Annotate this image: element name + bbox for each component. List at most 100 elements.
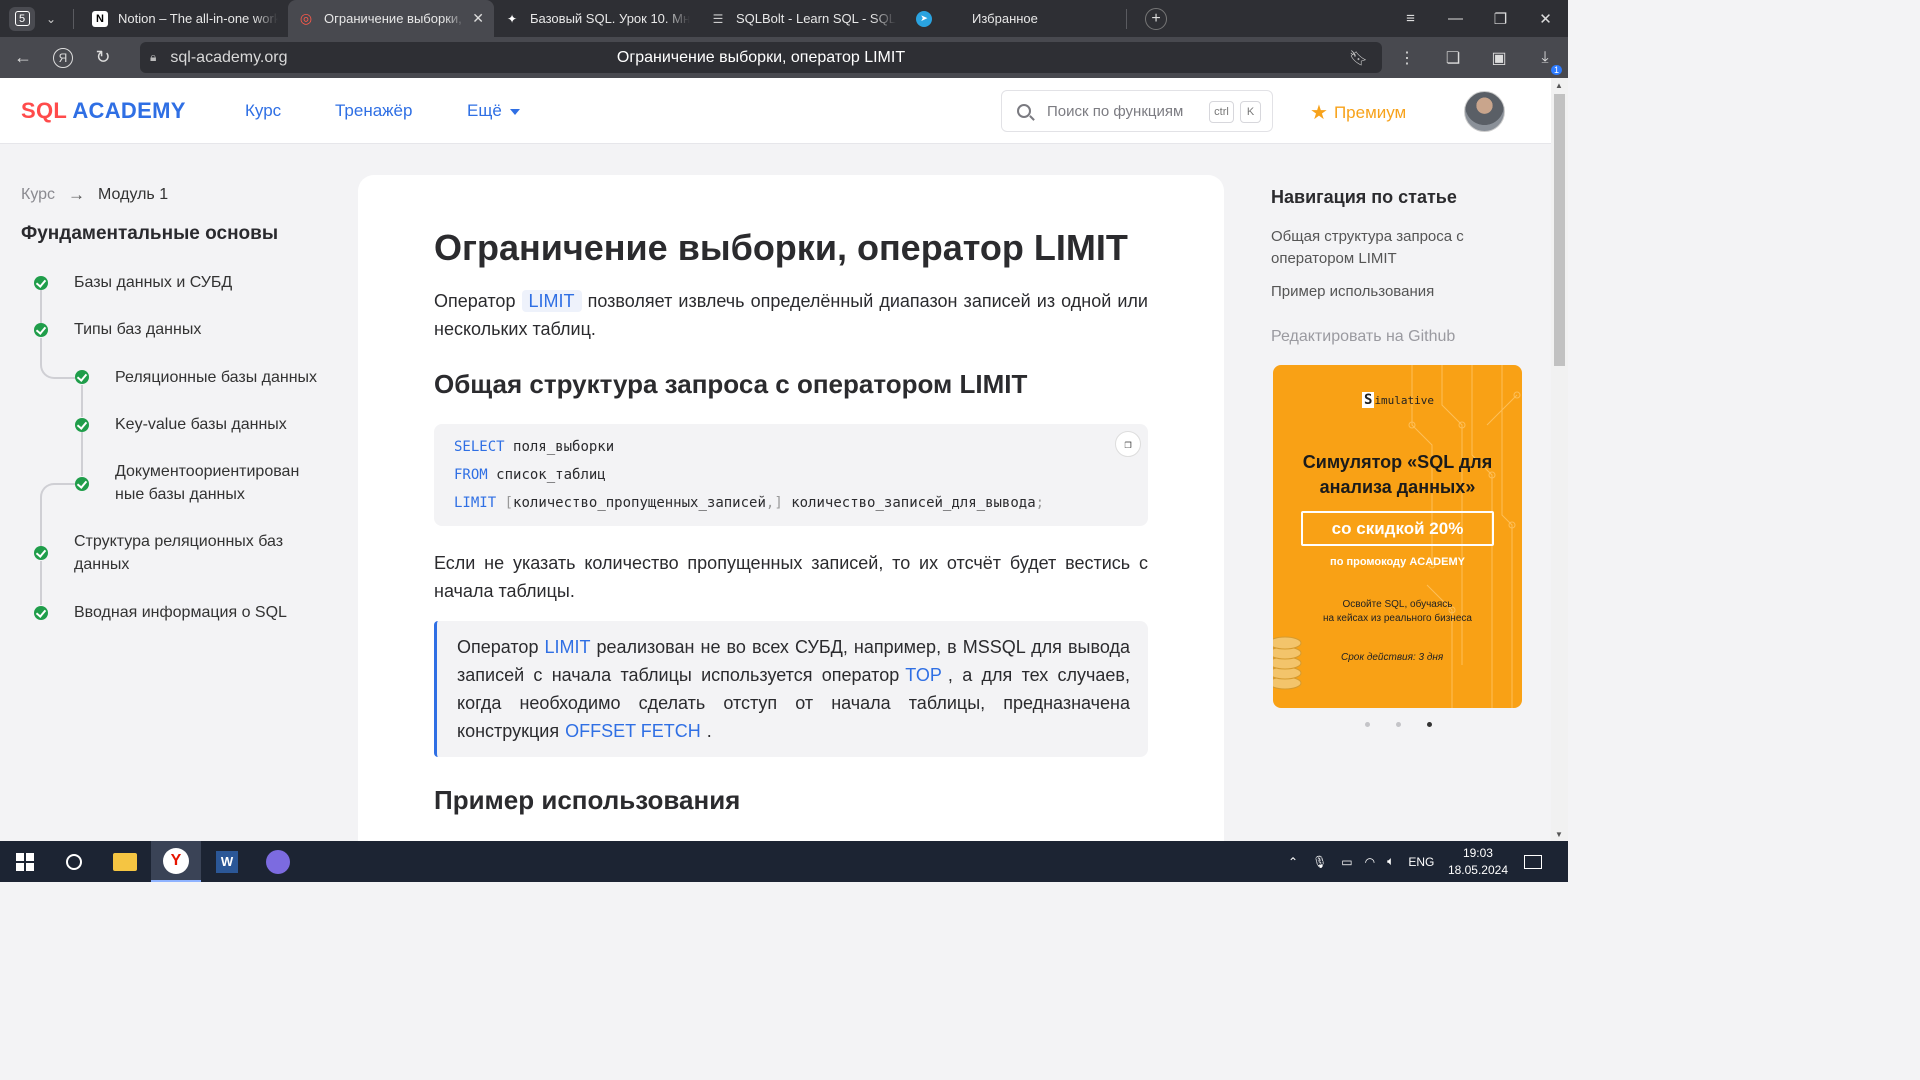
- site-logo[interactable]: SQL ACADEMY: [21, 98, 186, 124]
- toc-link[interactable]: Общая структура запроса с оператором LIM…: [1271, 226, 1511, 270]
- copy-icon[interactable]: ❐: [1115, 431, 1141, 457]
- search-icon[interactable]: [49, 841, 99, 882]
- lock-icon: 🔒︎: [150, 50, 157, 64]
- start-icon[interactable]: [0, 841, 50, 882]
- tab-label: Базовый SQL. Урок 10. Многотабличные: [530, 11, 690, 26]
- tab-sql-academy[interactable]: ◎ Ограничение выборки, оператор LIMIT ✕: [288, 0, 494, 37]
- breadcrumb: Курс → Модуль 1: [21, 185, 168, 205]
- tree-connector: [81, 432, 83, 476]
- carousel-dot[interactable]: [1365, 722, 1370, 727]
- scrollbar-thumb[interactable]: [1554, 94, 1565, 366]
- nav-course[interactable]: Курс: [245, 101, 281, 121]
- scroll-up-icon[interactable]: ▲: [1555, 81, 1563, 90]
- tabs-dropdown-icon[interactable]: ⌄: [39, 7, 63, 31]
- window-controls: ≡ — ❐ ✕: [1388, 0, 1568, 37]
- microphone-icon[interactable]: 🎙︎: [1312, 855, 1327, 869]
- notion-icon: N: [92, 10, 108, 27]
- sparkle-icon: ✦: [506, 11, 518, 26]
- breadcrumb-course[interactable]: Курс: [21, 186, 55, 204]
- more-icon[interactable]: ⋮: [1384, 48, 1430, 68]
- tab-telegram[interactable]: ➤: [906, 0, 956, 37]
- lesson-link[interactable]: Вводная информация о SQL: [74, 601, 287, 624]
- tab-counter-button[interactable]: 5: [9, 6, 35, 31]
- reload-icon[interactable]: ↻: [83, 38, 123, 78]
- tab-basic-sql[interactable]: ✦ Базовый SQL. Урок 10. Многотабличные: [494, 0, 700, 37]
- nav-more-label: Ещё: [467, 101, 502, 120]
- discord-icon[interactable]: [253, 841, 303, 882]
- scroll-down-icon[interactable]: ▼: [1555, 830, 1563, 839]
- database-icon: ☰: [712, 11, 724, 26]
- browser-tab-bar: 5 ⌄ N Notion – The all-in-one workspace …: [0, 0, 1568, 37]
- downloads-icon[interactable]: ⤓ 1: [1522, 49, 1568, 75]
- language-indicator[interactable]: ENG: [1408, 855, 1434, 869]
- minimize-icon[interactable]: —: [1433, 10, 1478, 27]
- kbd-ctrl: ctrl: [1209, 101, 1234, 123]
- restore-icon[interactable]: ❐: [1478, 10, 1523, 28]
- sql-academy-icon: ◎: [299, 10, 313, 26]
- tab-favorites[interactable]: Избранное: [956, 0, 1116, 37]
- lesson-link[interactable]: Типы баз данных: [74, 318, 201, 341]
- lesson-link[interactable]: Документоориентирован ные базы данных: [115, 460, 325, 506]
- yandex-icon[interactable]: Я: [43, 38, 83, 78]
- menu-icon[interactable]: ≡: [1388, 10, 1433, 27]
- extension-icon[interactable]: ▣: [1476, 48, 1522, 68]
- code-line: LIMIT [количество_пропущенных_записей,] …: [454, 495, 1045, 511]
- lesson-link[interactable]: Базы данных и СУБД: [74, 271, 232, 294]
- tab-sqlbolt[interactable]: ☰ SQLBolt - Learn SQL - SQL Lesson: [700, 0, 906, 37]
- new-tab-button[interactable]: +: [1145, 7, 1167, 30]
- nav-trainer[interactable]: Тренажёр: [335, 101, 412, 121]
- downloads-badge: 1: [1550, 64, 1562, 75]
- close-tab-icon[interactable]: ✕: [472, 10, 484, 27]
- inline-code-top: TOP: [905, 665, 942, 685]
- module-title: Фундаментальные основы: [21, 223, 279, 244]
- promo-code: по промокоду ACADEMY: [1330, 556, 1465, 568]
- carousel-dot-active[interactable]: [1427, 722, 1432, 727]
- note-callout: Оператор LIMIT реализован не во всех СУБД,…: [434, 621, 1148, 757]
- tree-connector: [40, 561, 42, 605]
- file-explorer-icon[interactable]: [100, 841, 150, 882]
- volume-icon[interactable]: 🔈︎: [1387, 854, 1394, 869]
- premium-link[interactable]: ★ Премиум: [1310, 100, 1406, 125]
- lesson-link[interactable]: Key-value базы данных: [115, 413, 287, 436]
- page-scrollbar[interactable]: ▲ ▼: [1551, 78, 1568, 841]
- wifi-icon[interactable]: ◠: [1365, 855, 1375, 869]
- breadcrumb-module: Модуль 1: [98, 186, 169, 203]
- site-header: SQL ACADEMY Курс Тренажёр Ещё Поиск по ф…: [0, 78, 1551, 144]
- search-placeholder: Поиск по функциям: [1047, 102, 1184, 120]
- close-window-icon[interactable]: ✕: [1523, 10, 1568, 28]
- check-icon: [34, 323, 48, 337]
- chevron-up-icon[interactable]: ⌃: [1288, 855, 1298, 869]
- premium-label: Премиум: [1333, 102, 1407, 122]
- article-title: Ограничение выборки, оператор LIMIT: [434, 227, 1128, 268]
- back-icon[interactable]: ←: [3, 38, 43, 78]
- collections-icon[interactable]: ❏: [1430, 48, 1476, 68]
- promo-banner[interactable]: Simulative Симулятор «SQL для анализа да…: [1273, 365, 1522, 708]
- toc-title: Навигация по статье: [1271, 187, 1457, 207]
- check-icon: [75, 418, 89, 432]
- lesson-link[interactable]: Реляционные базы данных: [115, 366, 317, 389]
- promo-discount-button[interactable]: со скидкой 20%: [1301, 511, 1494, 546]
- clock[interactable]: 19:03 18.05.2024: [1448, 845, 1508, 879]
- promo-brand: Simulative: [1362, 392, 1435, 408]
- carousel-dot[interactable]: [1396, 722, 1401, 727]
- url-field[interactable]: 🔒︎ sql-academy.org Ограничение выборки, …: [140, 42, 1382, 73]
- logo-academy: ACADEMY: [72, 98, 186, 123]
- tab-notion[interactable]: N Notion – The all-in-one workspace: [82, 0, 288, 37]
- tab-label: Ограничение выборки, оператор LIMIT: [324, 11, 466, 26]
- kbd-k: K: [1240, 101, 1261, 123]
- tab-label: Избранное: [972, 11, 1038, 26]
- bookmark-icon[interactable]: 🔖︎: [1349, 49, 1368, 67]
- nav-more[interactable]: Ещё: [467, 101, 520, 121]
- arrow-right-icon: →: [68, 185, 86, 204]
- word-icon[interactable]: W: [202, 841, 252, 882]
- battery-icon[interactable]: ▭: [1341, 855, 1352, 869]
- search-input[interactable]: Поиск по функциям ctrl K: [1001, 90, 1273, 132]
- yandex-browser-icon[interactable]: Y: [151, 841, 201, 882]
- notifications-icon[interactable]: [1510, 841, 1556, 882]
- inline-code-offset-fetch: OFFSET FETCH: [565, 721, 701, 741]
- lesson-link[interactable]: Структура реляционных баз данных: [74, 530, 324, 576]
- telegram-icon: ➤: [916, 10, 932, 27]
- toc-link[interactable]: Пример использования: [1271, 281, 1511, 303]
- edit-on-github-link[interactable]: Редактировать на Github: [1271, 328, 1455, 346]
- avatar[interactable]: [1464, 91, 1505, 132]
